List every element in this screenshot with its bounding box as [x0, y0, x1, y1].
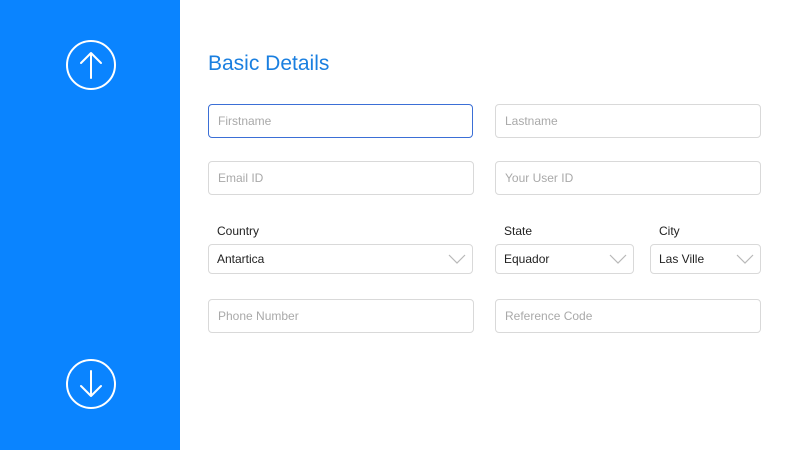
userid-input[interactable]	[495, 161, 761, 195]
page-title: Basic Details	[208, 52, 330, 75]
city-label: City	[659, 224, 680, 238]
reference-code-input[interactable]	[495, 299, 761, 333]
country-select[interactable]: Antartica	[208, 244, 473, 274]
sidebar	[0, 0, 180, 450]
country-value: Antartica	[217, 252, 265, 266]
firstname-input[interactable]	[208, 104, 473, 138]
app-root: Basic Details Country Antartica State Eq…	[0, 0, 798, 450]
city-select[interactable]: Las Ville	[650, 244, 761, 274]
chevron-down-icon	[736, 254, 754, 264]
arrow-up-icon	[80, 52, 102, 79]
chevron-down-icon	[609, 254, 627, 264]
scroll-up-button[interactable]	[66, 40, 116, 90]
state-value: Equador	[504, 252, 550, 266]
city-value: Las Ville	[659, 252, 705, 266]
country-label: Country	[217, 224, 260, 238]
email-input[interactable]	[208, 161, 474, 195]
state-select[interactable]: Equador	[495, 244, 634, 274]
arrow-down-icon	[80, 370, 102, 397]
state-label: State	[504, 224, 533, 238]
phone-input[interactable]	[208, 299, 474, 333]
chevron-down-icon	[448, 254, 466, 264]
lastname-input[interactable]	[495, 104, 761, 138]
scroll-down-button[interactable]	[66, 359, 116, 409]
